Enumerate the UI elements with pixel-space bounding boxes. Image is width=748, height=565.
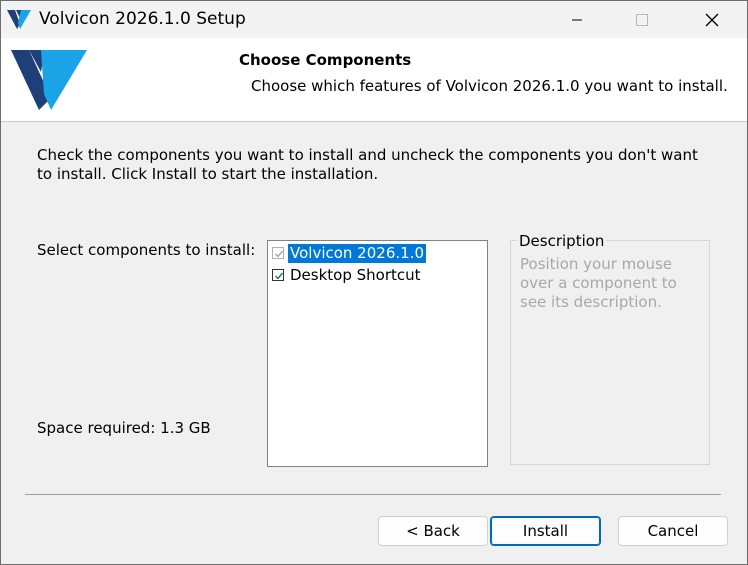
volvicon-logo xyxy=(11,50,87,110)
install-button[interactable]: Install xyxy=(490,516,601,546)
app-icon xyxy=(7,10,31,29)
page-header: Choose Components Choose which features … xyxy=(1,38,747,122)
maximize-icon xyxy=(636,13,648,26)
component-item-desktop-shortcut[interactable]: Desktop Shortcut xyxy=(272,265,423,285)
page-title: Choose Components xyxy=(239,51,412,69)
component-checkbox-volvicon[interactable] xyxy=(272,247,284,259)
minimize-button[interactable] xyxy=(554,1,600,38)
page-subtitle: Choose which features of Volvicon 2026.1… xyxy=(251,77,728,95)
description-text: Position your mouse over a component to … xyxy=(520,255,677,311)
component-checkbox-desktop-shortcut[interactable] xyxy=(272,269,284,281)
component-label-desktop-shortcut: Desktop Shortcut xyxy=(290,265,421,284)
back-button[interactable]: < Back xyxy=(378,516,488,546)
component-label-volvicon: Volvicon 2026.1.0 xyxy=(288,243,426,263)
maximize-button[interactable] xyxy=(619,1,665,38)
cancel-button[interactable]: Cancel xyxy=(618,516,728,546)
checkmark-icon xyxy=(275,272,284,280)
space-required-label: Space required: 1.3 GB xyxy=(37,419,211,437)
close-button[interactable] xyxy=(689,1,735,38)
setup-window: Volvicon 2026.1.0 Setup Choose Component… xyxy=(0,0,748,565)
intro-text: Check the components you want to install… xyxy=(37,146,698,183)
description-legend: Description xyxy=(517,232,607,250)
minimize-icon xyxy=(572,19,582,20)
components-tree[interactable]: Volvicon 2026.1.0 Desktop Shortcut xyxy=(267,240,488,467)
close-icon xyxy=(705,13,719,26)
checkmark-icon xyxy=(275,250,284,258)
component-item-volvicon[interactable]: Volvicon 2026.1.0 xyxy=(272,243,426,263)
window-title: Volvicon 2026.1.0 Setup xyxy=(39,9,246,29)
footer-divider xyxy=(25,494,721,495)
select-components-label: Select components to install: xyxy=(37,241,256,259)
title-bar[interactable]: Volvicon 2026.1.0 Setup xyxy=(1,1,747,38)
